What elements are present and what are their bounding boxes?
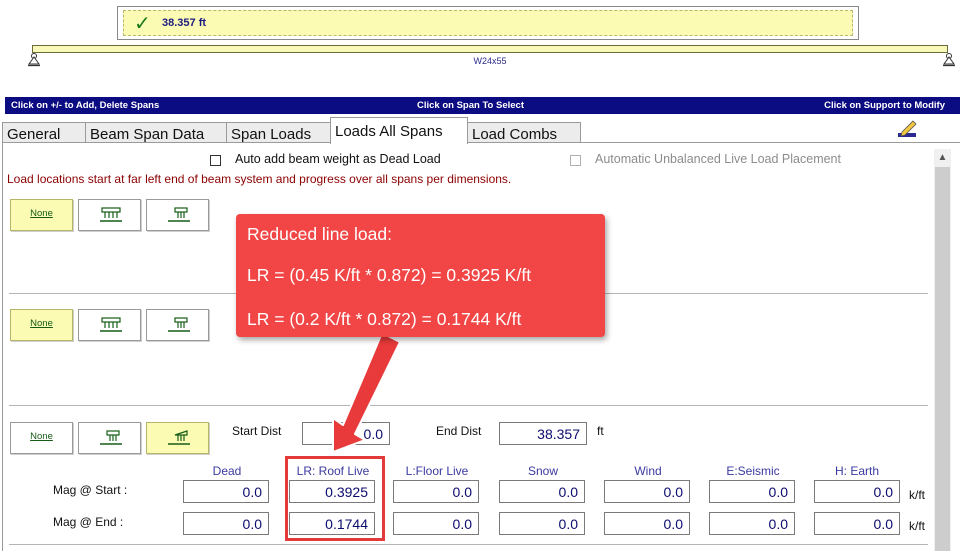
end-dist-label: End Dist (436, 424, 482, 438)
col-snow: Snow (527, 464, 559, 478)
info-bar-center: Click on Span To Select (417, 100, 524, 111)
left-support-pin-icon[interactable] (27, 53, 41, 67)
check-icon: ✓ (134, 11, 151, 35)
beam-section-label: W24x55 (473, 56, 507, 66)
col-dead: Dead (212, 464, 242, 478)
row1-partial-load-button[interactable] (146, 199, 209, 231)
tab-load-combs[interactable]: Load Combs (467, 122, 581, 143)
tab-span-loads[interactable]: Span Loads (226, 122, 336, 143)
tab-loads-all-spans[interactable]: Loads All Spans (330, 117, 468, 144)
mag-start-dead-input[interactable]: 0.0 (183, 480, 269, 503)
scrollbar-thumb[interactable] (935, 167, 950, 551)
row-divider (9, 405, 928, 406)
app-window: ✓ 38.357 ft W24x55 Click on +/- to Add, … (0, 0, 967, 551)
start-dist-label: Start Dist (232, 424, 282, 438)
row1-uniform-load-button[interactable] (78, 199, 141, 231)
roof-live-highlight-box (285, 456, 385, 541)
unbalanced-live-checkbox (570, 155, 581, 166)
unbalanced-live-label: Automatic Unbalanced Live Load Placement (595, 152, 841, 166)
end-dist-input[interactable]: 38.357 (499, 422, 587, 445)
trapezoid-load-icon (168, 430, 190, 445)
tab-beam-span-data[interactable]: Beam Span Data (85, 122, 227, 143)
mag-start-label: Mag @ Start : (53, 483, 128, 497)
mag-start-floor-live-input[interactable]: 0.0 (393, 480, 479, 503)
start-dist-input[interactable]: 0.0 (302, 422, 390, 445)
partial-load-icon (168, 317, 190, 332)
callout-line-end: LR = (0.2 K/ft * 0.872) = 0.1744 K/ft (247, 309, 522, 329)
partial-load-icon (168, 207, 190, 222)
row2-partial-load-button[interactable] (146, 309, 209, 341)
auto-beam-weight-label: Auto add beam weight as Dead Load (235, 152, 441, 166)
mag-end-seismic-input[interactable]: 0.0 (709, 512, 795, 535)
none-label: None (30, 318, 53, 329)
row3-none-button[interactable]: None (10, 422, 73, 454)
uniform-load-icon (100, 317, 122, 332)
callout-line-start: LR = (0.45 K/ft * 0.872) = 0.3925 K/ft (247, 265, 532, 285)
load-location-note: Load locations start at far left end of … (7, 172, 512, 186)
right-support-pin-icon[interactable] (942, 53, 956, 67)
row-divider (9, 544, 928, 545)
mag-start-unit: k/ft (909, 488, 926, 502)
status-highlight: ✓ 38.357 ft (123, 10, 853, 36)
info-bar-right: Click on Support to Modify (824, 100, 945, 111)
auto-beam-weight-checkbox[interactable] (210, 155, 221, 166)
mag-start-wind-input[interactable]: 0.0 (604, 480, 690, 503)
mag-end-snow-input[interactable]: 0.0 (499, 512, 585, 535)
dist-unit-label: ft (597, 424, 604, 438)
annotation-callout: Reduced line load: LR = (0.45 K/ft * 0.8… (236, 214, 605, 337)
edit-pencil-icon[interactable] (896, 119, 920, 139)
scroll-up-icon[interactable]: ▲ (934, 150, 951, 166)
mag-end-dead-input[interactable]: 0.0 (183, 512, 269, 535)
mag-end-unit: k/ft (909, 519, 926, 533)
row2-uniform-load-button[interactable] (78, 309, 141, 341)
row2-none-button[interactable]: None (10, 309, 73, 341)
info-bar-left: Click on +/- to Add, Delete Spans (11, 100, 160, 111)
row1-none-button[interactable]: None (10, 199, 73, 231)
span-length-value: 38.357 ft (162, 17, 207, 29)
callout-title: Reduced line load: (247, 224, 392, 244)
mag-end-label: Mag @ End : (53, 515, 124, 529)
none-label: None (30, 431, 53, 442)
tab-general[interactable]: General (2, 122, 86, 143)
row3-trapezoid-load-button[interactable] (146, 422, 209, 454)
mag-end-earth-input[interactable]: 0.0 (814, 512, 900, 535)
col-earth: H: Earth (834, 464, 879, 478)
uniform-load-icon (100, 207, 122, 222)
partial-load-icon (100, 430, 122, 445)
col-floor-live: L:Floor Live (405, 464, 469, 478)
tab-strip: General Beam Span Data Span Loads Loads … (2, 117, 960, 144)
mag-end-wind-input[interactable]: 0.0 (604, 512, 690, 535)
mag-start-snow-input[interactable]: 0.0 (499, 480, 585, 503)
beam-span[interactable] (32, 45, 948, 53)
none-label: None (30, 208, 53, 219)
info-bar: Click on +/- to Add, Delete Spans Click … (5, 97, 960, 114)
col-seismic: E:Seismic (726, 464, 780, 478)
status-box: ✓ 38.357 ft (117, 6, 859, 40)
mag-start-seismic-input[interactable]: 0.0 (709, 480, 795, 503)
mag-start-earth-input[interactable]: 0.0 (814, 480, 900, 503)
row3-partial-load-button[interactable] (78, 422, 141, 454)
mag-end-floor-live-input[interactable]: 0.0 (393, 512, 479, 535)
col-wind: Wind (634, 464, 662, 478)
